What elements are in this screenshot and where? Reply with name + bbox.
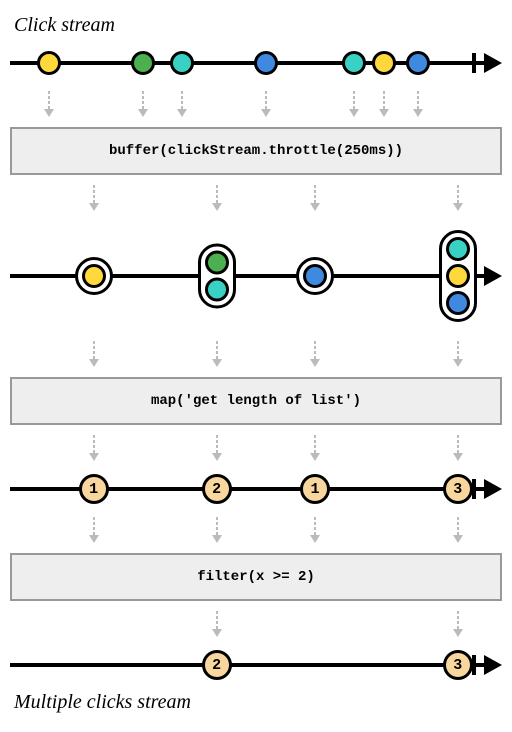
flow-arrow-icon (176, 91, 188, 117)
buffered-group (75, 257, 113, 295)
timeline-counts: 1 2 1 3 (10, 471, 502, 507)
flow-arrow-icon (348, 91, 360, 117)
flow-arrow-icon (211, 185, 223, 211)
timeline-source (10, 45, 502, 81)
flow-arrow-icon (309, 341, 321, 367)
filtered-marble: 3 (443, 650, 473, 680)
flow-arrow-icon (211, 611, 223, 637)
buffered-item-marble (446, 237, 470, 261)
buffered-item-marble (446, 264, 470, 288)
source-event-marble (254, 51, 278, 75)
buffered-group (198, 244, 236, 309)
title-top: Click stream (14, 14, 502, 37)
flow-arrow-icon (452, 611, 464, 637)
arrow-row-groups-to-map (10, 339, 502, 369)
source-event-marble (37, 51, 61, 75)
flow-arrow-icon (309, 517, 321, 543)
arrow-row-source-to-buffer (10, 89, 502, 119)
timeline-filtered: 23 (10, 647, 502, 683)
flow-arrow-icon (211, 435, 223, 461)
flow-arrow-icon (452, 341, 464, 367)
operator-filter: filter(x >= 2) (10, 553, 502, 601)
buffered-item-marble (205, 251, 229, 275)
flow-arrow-icon (452, 185, 464, 211)
flow-arrow-icon (88, 185, 100, 211)
flow-arrow-icon (260, 91, 272, 117)
buffered-item-marble (82, 264, 106, 288)
buffered-item-marble (205, 278, 229, 302)
flow-arrow-icon (88, 517, 100, 543)
arrow-row-filter-to-result (10, 609, 502, 639)
count-marble: 2 (202, 474, 232, 504)
buffered-group (296, 257, 334, 295)
flow-arrow-icon (452, 435, 464, 461)
operator-buffer: buffer(clickStream.throttle(250ms)) (10, 127, 502, 175)
flow-arrow-icon (211, 341, 223, 367)
source-event-marble (342, 51, 366, 75)
buffered-group (439, 230, 477, 322)
count-marble: 1 (300, 474, 330, 504)
flow-arrow-icon (309, 435, 321, 461)
flow-arrow-icon (378, 91, 390, 117)
filtered-marble: 2 (202, 650, 232, 680)
buffered-item-marble (303, 264, 327, 288)
flow-arrow-icon (211, 517, 223, 543)
count-marble: 3 (443, 474, 473, 504)
arrow-row-counts-to-filter (10, 515, 502, 545)
count-marble: 1 (79, 474, 109, 504)
flow-arrow-icon (88, 435, 100, 461)
source-event-marble (372, 51, 396, 75)
buffered-item-marble (446, 291, 470, 315)
flow-arrow-icon (137, 91, 149, 117)
flow-arrow-icon (452, 517, 464, 543)
timeline-buffered (10, 221, 502, 331)
title-bottom: Multiple clicks stream (14, 691, 502, 714)
operator-map: map('get length of list') (10, 377, 502, 425)
flow-arrow-icon (88, 341, 100, 367)
source-event-marble (131, 51, 155, 75)
source-event-marble (406, 51, 430, 75)
source-event-marble (170, 51, 194, 75)
flow-arrow-icon (309, 185, 321, 211)
flow-arrow-icon (43, 91, 55, 117)
flow-arrow-icon (412, 91, 424, 117)
arrow-row-map-to-counts (10, 433, 502, 463)
arrow-row-buffer-to-groups (10, 183, 502, 213)
